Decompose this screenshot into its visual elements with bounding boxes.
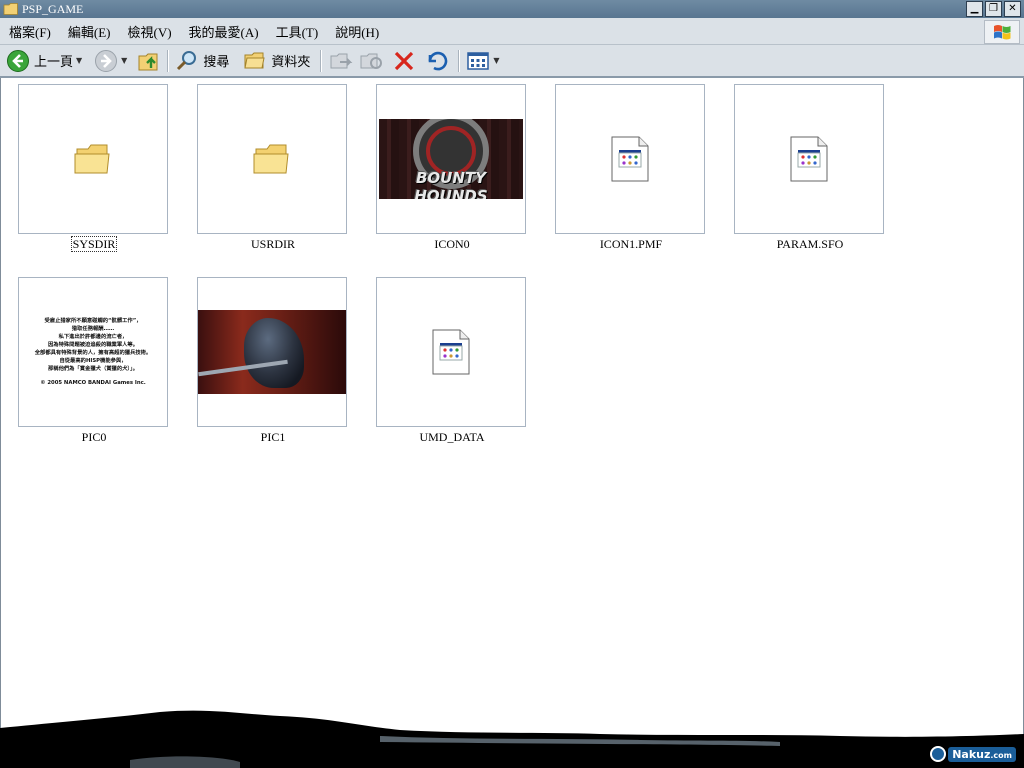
forward-button[interactable]: ▼ [92, 47, 129, 75]
file-item-param-sfo[interactable]: PARAM.SFO [734, 84, 886, 252]
nakuz-watermark: Nakuz.com [930, 746, 1016, 762]
undo-button[interactable] [422, 47, 450, 75]
file-item-pic0[interactable]: 受雇止猎家所不願意碰觸的“骯髒工作”， 猎取任務報酬…… 私下進出於許都邊的流亡… [18, 277, 170, 445]
file-item-sysdir[interactable]: SYSDIR [18, 84, 170, 252]
up-folder-button[interactable] [135, 47, 163, 75]
file-name[interactable]: UMD_DATA [419, 430, 484, 444]
copy-to-icon [360, 53, 383, 69]
file-item-usrdir[interactable]: USRDIR [197, 84, 349, 252]
pic0-line: 自從最高的HISP機能參與， [59, 358, 127, 364]
toolbar-separator [458, 49, 461, 72]
folders-button[interactable]: 資料夾 [241, 47, 312, 75]
move-to-button[interactable] [326, 47, 356, 75]
thumbnail[interactable] [18, 84, 168, 234]
character-figure [244, 318, 304, 388]
menu-help[interactable]: 說明(H) [326, 22, 387, 41]
thumbnail[interactable]: BOUNTY HOUNDS [376, 84, 526, 234]
views-dropdown-icon[interactable]: ▼ [493, 56, 499, 65]
file-name[interactable]: SYSDIR [70, 236, 118, 252]
file-item-umd-data[interactable]: UMD_DATA [376, 277, 528, 445]
file-item-icon1-pmf[interactable]: ICON1.PMF [555, 84, 707, 252]
folders-label: 資料夾 [271, 54, 311, 69]
title-bar: PSP_GAME ▁ ❐ ✕ [0, 0, 1024, 18]
search-button[interactable]: 搜尋 [173, 47, 231, 75]
thumbnail[interactable] [197, 277, 347, 427]
file-name[interactable]: PIC1 [261, 430, 286, 444]
document-icon [611, 136, 649, 182]
thumbnail[interactable] [197, 84, 347, 234]
file-name[interactable]: USRDIR [251, 237, 295, 251]
up-folder-icon [138, 53, 158, 70]
file-name[interactable]: ICON0 [434, 237, 469, 251]
thumbnail[interactable] [376, 277, 526, 427]
back-button[interactable]: 上一頁 ▼ [4, 47, 84, 75]
game-logo: BOUNTY HOUNDS [414, 169, 488, 199]
pic0-line: 因為特殊問題被迫追殺的職業軍人等。 [47, 342, 139, 348]
folders-icon [244, 52, 265, 68]
menu-favorites[interactable]: 我的最愛(A) [180, 22, 267, 41]
watermark-text: Nakuz [952, 747, 991, 761]
menu-file[interactable]: 檔案(F) [0, 22, 59, 41]
file-name[interactable]: PIC0 [82, 430, 107, 444]
undo-icon [429, 51, 448, 70]
toolbar-separator [167, 49, 170, 72]
move-to-icon [330, 53, 353, 68]
menu-tools[interactable]: 工具(T) [267, 22, 327, 41]
pic0-line: 全部都具有特殊背景的人，擁有高超的獵兵技術。 [34, 350, 152, 356]
views-icon [467, 51, 490, 70]
toolbar: 上一頁 ▼ ▼ 搜尋 資料夾 ▼ [0, 45, 1024, 78]
game-artwork-image [198, 310, 346, 394]
search-icon [177, 50, 197, 70]
back-label: 上一頁 [34, 54, 74, 69]
pic0-copyright: © 2005 NAMCO BANDAI Games Inc. [40, 380, 146, 386]
folder-icon [74, 144, 110, 174]
folder-icon [253, 144, 289, 174]
pic0-image-text: 受雇止猎家所不願意碰觸的“骯髒工作”， 猎取任務報酬…… 私下進出於許都邊的流亡… [23, 317, 163, 387]
forward-arrow-icon [95, 49, 118, 72]
menu-edit[interactable]: 編輯(E) [59, 22, 119, 41]
file-name[interactable]: ICON1.PMF [600, 237, 662, 251]
file-name[interactable]: PARAM.SFO [777, 237, 844, 251]
thumbnail[interactable] [734, 84, 884, 234]
back-dropdown-icon[interactable]: ▼ [76, 56, 82, 65]
pic0-line: 私下進出於許都邊的流亡者， [58, 334, 128, 340]
thumbnail[interactable] [555, 84, 705, 234]
folder-icon [3, 3, 18, 15]
bottom-silhouette [0, 710, 1024, 768]
copy-to-button[interactable] [356, 47, 386, 75]
pic0-line: 受雇止猎家所不願意碰觸的“骯髒工作”， [44, 318, 142, 324]
pic0-line: 那稱他們為「賞金獵犬（賞獵的犬）」。 [47, 366, 139, 372]
pic0-line: 猎取任務報酬…… [71, 326, 115, 332]
search-label: 搜尋 [203, 54, 230, 69]
restore-button[interactable]: ❐ [985, 1, 1002, 17]
thumbnail[interactable]: 受雇止猎家所不願意碰觸的“骯髒工作”， 猎取任務報酬…… 私下進出於許都邊的流亡… [18, 277, 168, 427]
close-button[interactable]: ✕ [1004, 1, 1021, 17]
delete-icon [395, 51, 414, 70]
document-icon [432, 329, 470, 375]
nakuz-logo-icon [930, 746, 947, 762]
windows-logo-icon [984, 20, 1020, 44]
file-item-pic1[interactable]: PIC1 [197, 277, 349, 445]
menu-view[interactable]: 檢視(V) [119, 22, 180, 41]
delete-button[interactable] [390, 47, 418, 75]
watermark-domain: .com [990, 750, 1012, 760]
window-title: PSP_GAME [22, 1, 84, 16]
document-icon [790, 136, 828, 182]
menu-bar: 檔案(F) 編輯(E) 檢視(V) 我的最愛(A) 工具(T) 說明(H) [0, 18, 1024, 45]
views-button[interactable]: ▼ [464, 47, 501, 75]
file-view[interactable]: SYSDIR USRDIR BOUNTY HOUNDS ICON0 ICON1.… [0, 78, 1024, 768]
toolbar-separator [320, 49, 323, 72]
back-arrow-icon [7, 49, 29, 72]
forward-dropdown-icon[interactable]: ▼ [121, 56, 127, 65]
bounty-hounds-image: BOUNTY HOUNDS [379, 119, 523, 199]
file-item-icon0[interactable]: BOUNTY HOUNDS ICON0 [376, 84, 528, 252]
minimize-button[interactable]: ▁ [966, 1, 983, 17]
